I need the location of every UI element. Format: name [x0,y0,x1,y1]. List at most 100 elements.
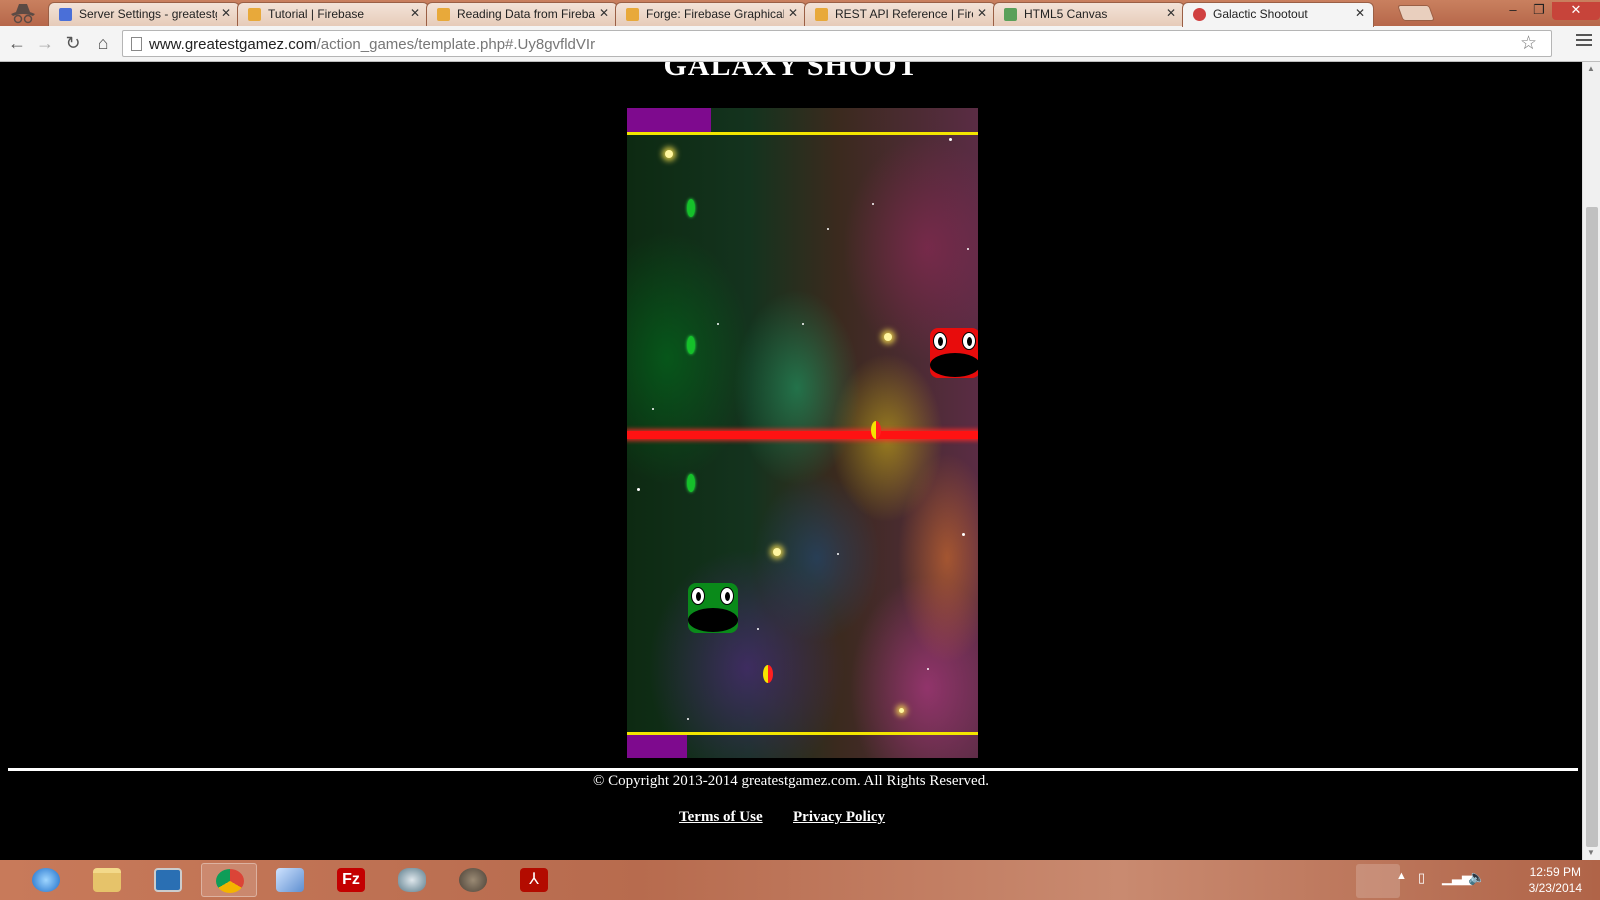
browser-toolbar: ← → ↻ ⌂ www.greatestgamez.com/action_gam… [0,26,1600,62]
virtualbox-icon[interactable] [262,863,318,897]
tab-html5-canvas[interactable]: HTML5 Canvas ✕ [993,2,1185,26]
firebase-favicon-icon [626,8,639,21]
close-tab-icon[interactable]: ✕ [410,6,420,20]
close-tab-icon[interactable]: ✕ [1355,6,1365,20]
player-alien[interactable] [688,583,738,633]
star [827,228,829,230]
tab-title: HTML5 Canvas [1024,7,1108,21]
file-explorer-icon[interactable] [79,863,135,897]
browser-tab-strip: Server Settings - greatestg ✕ Tutorial |… [0,0,1600,27]
copyright-text: © Copyright 2013-2014 greatestgamez.com.… [593,773,989,789]
restore-icon[interactable]: ❐ [1526,2,1552,20]
alien-eye [720,587,734,605]
player-bullet [687,336,695,354]
star [687,718,689,720]
close-window-icon[interactable]: ✕ [1552,2,1600,20]
firebase-favicon-icon [815,8,828,21]
enemy-laser-beam [627,431,978,439]
enemy-alien [930,328,978,378]
grid-favicon-icon [59,8,72,21]
tab-server-settings[interactable]: Server Settings - greatestg ✕ [48,2,240,26]
windows-taskbar: Fz ⅄ ▲ ▯ ▁▃▅ 🔈 12:59 PM 3/23/2014 [0,860,1600,900]
tab-tutorial-firebase[interactable]: Tutorial | Firebase ✕ [237,2,429,26]
canvas-favicon-icon [1004,8,1017,21]
game-canvas[interactable] [627,108,978,758]
url-path: /action_games/template.php#.Uy8gvfldVIr [316,36,596,53]
notification-app-icon[interactable] [1356,864,1400,898]
internet-explorer-icon[interactable] [18,863,74,897]
url-text[interactable]: www.greatestgamez.com/action_games/templ… [149,36,595,53]
scroll-down-arrow-icon[interactable]: ▼ [1587,848,1595,857]
close-tab-icon[interactable]: ✕ [977,6,987,20]
star [927,668,929,670]
power-icon[interactable]: ▯ [1418,870,1425,886]
tab-forge-firebase[interactable]: Forge: Firebase Graphical ✕ [615,2,807,26]
network-tool-icon[interactable] [384,863,440,897]
star [962,533,965,536]
web-page: GALAXY SHOOT © Copyright 2013-2014 great… [0,62,1582,860]
firebase-favicon-icon [437,8,450,21]
star [652,408,654,410]
tab-galactic-shootout[interactable]: Galactic Shootout ✕ [1182,2,1374,27]
incognito-icon [11,4,35,24]
terms-of-use-link[interactable]: Terms of Use [679,809,763,826]
system-tray: ▲ ▯ ▁▃▅ 🔈 12:59 PM 3/23/2014 [1356,860,1600,900]
remote-desktop-icon[interactable] [140,863,196,897]
close-tab-icon[interactable]: ✕ [1166,6,1176,20]
gimp-icon[interactable] [445,863,501,897]
alien-eye [962,332,976,350]
close-tab-icon[interactable]: ✕ [599,6,609,20]
enemy-bullet [871,421,881,439]
filezilla-icon[interactable]: Fz [323,863,379,897]
page-scrollbar[interactable]: ▲ ▼ [1582,62,1600,860]
player-health-bar [627,735,687,758]
scroll-up-arrow-icon[interactable]: ▲ [1587,64,1595,73]
game-title: GALAXY SHOOT [663,62,919,82]
star-glow [884,333,892,341]
clock-time: 12:59 PM [1529,865,1581,879]
enemy-bullet [763,665,773,683]
tab-title: Tutorial | Firebase [268,7,365,21]
bookmark-star-icon[interactable]: ☆ [1519,32,1537,55]
alien-eye [933,332,947,350]
home-icon[interactable]: ⌂ [92,32,114,54]
star [949,138,952,141]
tab-title: Reading Data from Fireba [457,7,595,21]
tab-reading-data[interactable]: Reading Data from Fireba ✕ [426,2,618,26]
volume-icon[interactable]: 🔈 [1468,869,1485,886]
player-bullet [687,474,695,492]
player-bullet [687,199,695,217]
clock[interactable]: 12:59 PM 3/23/2014 [1529,864,1582,896]
new-tab-button[interactable] [1397,5,1435,21]
star [757,628,759,630]
tab-title: Galactic Shootout [1213,7,1308,21]
scrollbar-thumb[interactable] [1586,207,1598,847]
top-boundary-line [627,132,978,135]
alien-mouth [930,353,978,377]
star-glow [899,708,904,713]
tab-title: Server Settings - greatestg [79,7,217,21]
star-glow [773,548,781,556]
minimize-icon[interactable]: ‒ [1500,2,1526,20]
star [967,248,969,250]
clock-date: 3/23/2014 [1528,881,1582,895]
close-tab-icon[interactable]: ✕ [221,6,231,20]
hamburger-menu-icon[interactable] [1576,34,1592,50]
reload-icon[interactable]: ↻ [62,32,84,54]
back-arrow-icon[interactable]: ← [6,32,28,54]
show-hidden-icons-icon[interactable]: ▲ [1396,870,1407,882]
chrome-icon[interactable] [201,863,257,897]
privacy-policy-link[interactable]: Privacy Policy [793,809,885,826]
close-tab-icon[interactable]: ✕ [788,6,798,20]
adobe-reader-icon[interactable]: ⅄ [506,863,562,897]
url-host: www.greatestgamez.com [149,36,317,53]
address-bar[interactable]: www.greatestgamez.com/action_games/templ… [122,30,1552,57]
star [637,488,640,491]
star [802,323,804,325]
forward-arrow-icon[interactable]: → [34,32,56,54]
alien-mouth [688,608,738,632]
tab-rest-api[interactable]: REST API Reference | Fireb ✕ [804,2,996,26]
enemy-health-bar [627,108,711,133]
star-glow [665,150,673,158]
star [717,323,719,325]
